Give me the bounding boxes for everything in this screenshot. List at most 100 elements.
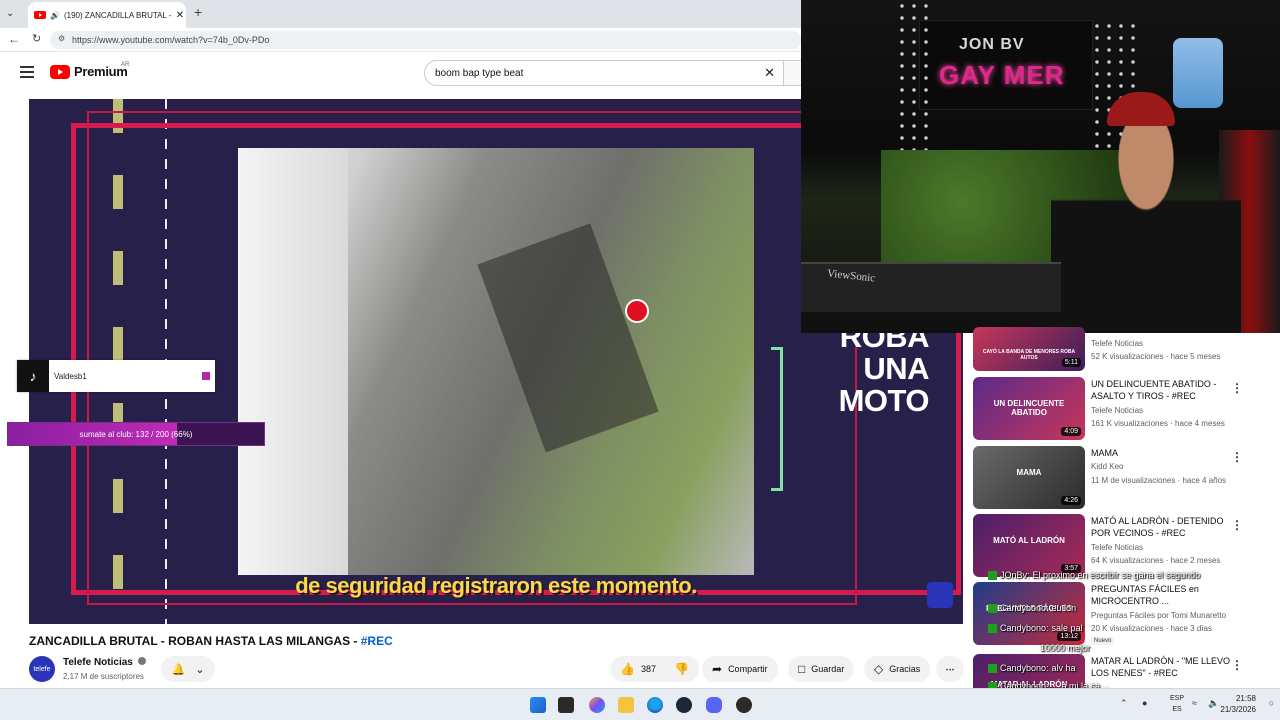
- more-options-icon[interactable]: ⋮: [1231, 381, 1243, 395]
- video-channel: Preguntas Fáciles por Tomi Munaretto: [1091, 611, 1227, 620]
- tab-list-button[interactable]: ⌄: [6, 8, 14, 19]
- neon-sign-line1: JON BV: [959, 36, 1025, 53]
- hashtag-link[interactable]: #REC: [361, 634, 393, 648]
- language-line2: ES: [1172, 706, 1182, 713]
- related-video[interactable]: PREGUNTAS FÁCILES 13:12 PREGUNTAS FÁCILE…: [973, 582, 1273, 646]
- like-button[interactable]: 👍 387 👎: [610, 656, 699, 682]
- more-options-icon[interactable]: ⋮: [1231, 450, 1243, 464]
- more-actions-button[interactable]: ⋯: [936, 656, 964, 682]
- youtube-logo[interactable]: Premium: [50, 64, 128, 79]
- chat-badge-icon: [988, 603, 997, 613]
- menu-icon[interactable]: [20, 66, 34, 78]
- back-icon[interactable]: ←: [8, 32, 20, 46]
- thumbs-up-icon: 👍: [620, 662, 635, 676]
- subscription-bell-button[interactable]: 🔔 ⌄: [161, 656, 215, 682]
- tiktok-username: Valdesb1: [54, 371, 87, 381]
- chat-text: sale pal: [1051, 623, 1083, 633]
- share-label: Compartir: [728, 664, 768, 674]
- clock-time: 21:58: [1235, 694, 1256, 703]
- chevron-up-icon[interactable]: ⌃: [1120, 698, 1128, 709]
- search-button[interactable]: [784, 60, 802, 86]
- share-icon: ➦: [712, 662, 723, 676]
- url-field[interactable]: ⚙ https://www.youtube.com/watch?v=74b_0D…: [50, 31, 802, 49]
- headline-line: MOTO: [838, 383, 930, 418]
- thanks-button[interactable]: ◇ Gracias: [864, 656, 931, 682]
- system-tray-icon[interactable]: ●: [1142, 698, 1147, 708]
- video-title[interactable]: MAMA: [1091, 447, 1241, 459]
- bell-icon: 🔔: [171, 663, 186, 676]
- tab-title: (190) ZANCADILLA BRUTAL -: [63, 10, 172, 20]
- new-badge: Nuevo: [1091, 637, 1115, 645]
- video-meta: 161 K visualizaciones · hace 4 meses: [1091, 419, 1225, 428]
- new-tab-button[interactable]: +: [194, 4, 202, 20]
- more-options-icon[interactable]: ⋮: [1231, 518, 1243, 532]
- video-title[interactable]: MATÓ AL LADRÓN - DETENIDO POR VECINOS - …: [1091, 515, 1241, 539]
- site-info-icon[interactable]: ⚙: [58, 34, 65, 43]
- streamer: [1051, 110, 1241, 333]
- video-thumbnail[interactable]: PREGUNTAS FÁCILES 13:12: [973, 582, 1085, 645]
- task-view-icon[interactable]: [558, 697, 574, 713]
- related-video[interactable]: MATÓ AL LADRÓN 3:57 MATÓ AL LADRÓN - DET…: [973, 514, 1273, 578]
- chat-nick: Candybono:: [1000, 623, 1049, 633]
- input-language[interactable]: ESP ES: [1170, 693, 1184, 715]
- edge-browser-icon[interactable]: [647, 697, 663, 713]
- neon-sign-line2: GAY MER: [939, 60, 1065, 90]
- logo-text: Premium: [74, 64, 128, 79]
- wifi-icon[interactable]: ≈: [1192, 698, 1197, 708]
- headline-line: UNA: [863, 351, 929, 386]
- bracket-decoration: [771, 347, 783, 491]
- notification-bell-icon[interactable]: ○: [1269, 698, 1274, 708]
- thumbnail-text: MATÓ AL LADRÓN: [993, 536, 1065, 545]
- tiktok-icon: ♪: [17, 360, 49, 392]
- discord-icon[interactable]: [706, 697, 722, 713]
- video-title[interactable]: UN DELINCUENTE ABATIDO - ASALTO Y TIROS …: [1091, 378, 1241, 402]
- save-button[interactable]: □ Guardar: [788, 656, 855, 682]
- copilot-icon[interactable]: [589, 697, 605, 713]
- file-explorer-icon[interactable]: [618, 697, 634, 713]
- language-line1: ESP: [1169, 695, 1184, 702]
- video-title[interactable]: MATAR AL LADRÓN - "ME LLEVO LOS NENES" -…: [1091, 655, 1241, 679]
- video-meta: 52 K visualizaciones · hace 5 meses: [1091, 352, 1221, 361]
- close-tab-icon[interactable]: ✕: [176, 10, 184, 21]
- video-thumbnail[interactable]: MAMA 4:26: [973, 446, 1085, 509]
- clear-search-icon[interactable]: ✕: [764, 65, 775, 81]
- reload-icon[interactable]: ↻: [32, 32, 41, 45]
- related-video[interactable]: UN DELINCUENTE ABATIDO 4:09 UN DELINCUEN…: [973, 377, 1273, 441]
- windows-start-icon[interactable]: [530, 697, 546, 713]
- video-channel: Kidd Keo: [1091, 462, 1124, 471]
- thumbs-down-icon[interactable]: 👎: [674, 662, 689, 676]
- duration-badge: 5:11: [1061, 358, 1081, 367]
- thanks-label: Gracias: [889, 664, 921, 674]
- search-value: boom bap type beat: [435, 67, 524, 79]
- channel-name[interactable]: Telefe Noticias: [63, 657, 146, 668]
- share-button[interactable]: ➦ Compartir: [702, 656, 778, 682]
- video-thumbnail[interactable]: CAYÓ LA BANDA DE MENORES ROBA AUTOS 5:11: [973, 327, 1085, 371]
- obs-icon[interactable]: [736, 697, 752, 713]
- record-icon: [625, 299, 649, 323]
- chat-nick: Candybono:: [1000, 663, 1049, 673]
- duration-badge: 4:26: [1061, 496, 1081, 505]
- headline-overlay: ROBA UNA MOTO: [809, 321, 930, 418]
- thumbnail-text: MAMA: [1016, 468, 1042, 477]
- volume-icon[interactable]: 🔈: [1208, 698, 1219, 709]
- more-options-icon[interactable]: ⋮: [1231, 658, 1243, 672]
- chat-badge-icon: [988, 570, 997, 580]
- video-subtitle: de seguridad registraron este momento.: [295, 573, 697, 598]
- chat-message: Candybono: alv ha: [988, 663, 1076, 673]
- related-video[interactable]: CAYÓ LA BANDA DE MENORES ROBA AUTOS 5:11…: [973, 327, 1273, 371]
- subscriber-count: 2,17 M de suscriptores: [63, 672, 144, 681]
- steam-icon[interactable]: [676, 697, 692, 713]
- tiktok-badge: [202, 372, 210, 380]
- search-input[interactable]: boom bap type beat ✕: [424, 60, 784, 86]
- video-thumbnail[interactable]: UN DELINCUENTE ABATIDO 4:09: [973, 377, 1085, 440]
- browser-tab[interactable]: 🔊 (190) ZANCADILLA BRUTAL - ✕: [28, 2, 186, 28]
- video-title: ZANCADILLA BRUTAL - ROBAN HASTA LAS MILA…: [29, 634, 393, 648]
- channel-avatar[interactable]: telefe: [29, 656, 55, 682]
- related-video[interactable]: MAMA 4:26 MAMA Kidd Keo 11 M de visualiz…: [973, 446, 1273, 510]
- video-thumbnail[interactable]: MATÓ AL LADRÓN 3:57: [973, 514, 1085, 577]
- url-text: https://www.youtube.com/watch?v=74b_0Dv-…: [72, 35, 270, 45]
- video-title[interactable]: PREGUNTAS FÁCILES en MICROCENTRO ...: [1091, 583, 1241, 607]
- chat-message: JOnBv: El proximo en escribir se gana el…: [988, 570, 1200, 580]
- chat-message: Candybono: eu ion: [988, 603, 1076, 613]
- clock[interactable]: 21:58 21/3/2026: [1220, 693, 1256, 715]
